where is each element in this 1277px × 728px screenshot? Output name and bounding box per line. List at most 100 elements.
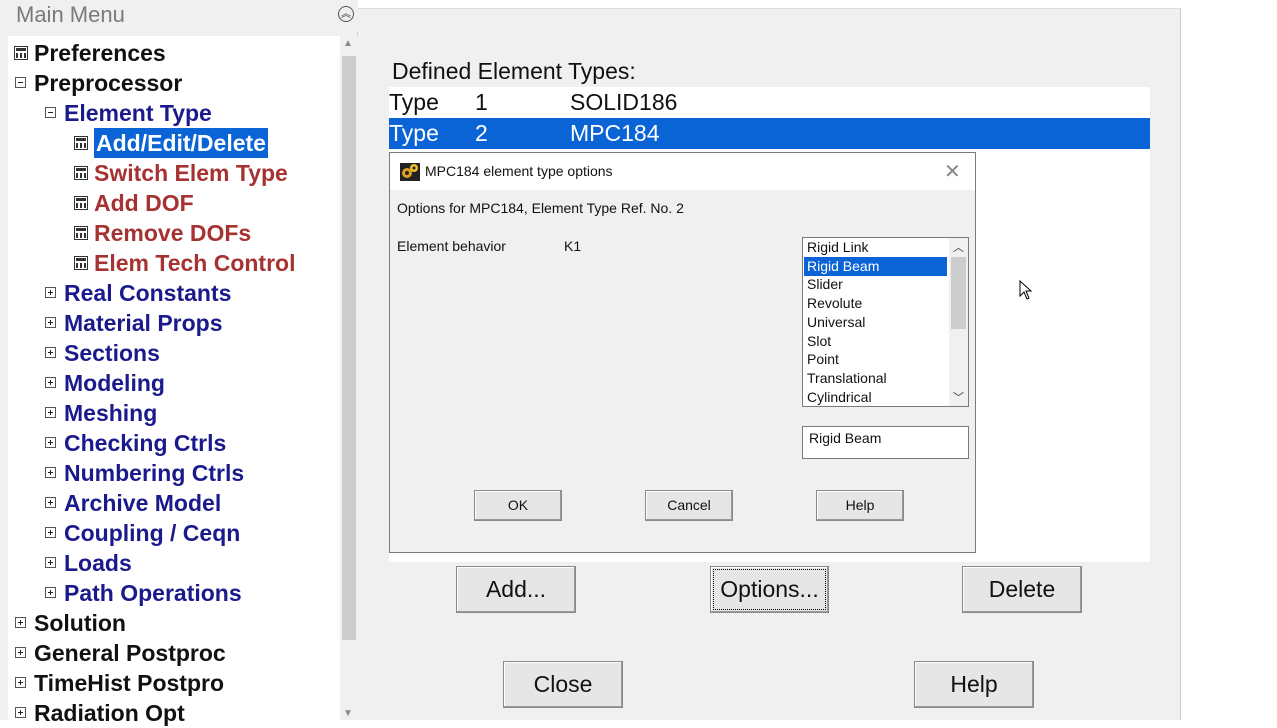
tree-item-switch-elem-type[interactable]: Switch Elem Type <box>8 158 340 188</box>
listbox-option[interactable]: Cylindrical <box>804 388 947 405</box>
tree-item-label: Meshing <box>64 400 158 426</box>
tree-item-loads[interactable]: Loads <box>8 548 340 578</box>
tree-item-label: Radiation Opt <box>34 700 185 726</box>
listbox-option[interactable]: Point <box>804 350 947 369</box>
scroll-up-icon[interactable]: ︿ <box>953 239 964 255</box>
scrollbar-thumb[interactable] <box>342 56 356 640</box>
listbox-option[interactable]: Revolute <box>804 294 947 313</box>
listbox-option[interactable]: Rigid Link <box>804 238 947 257</box>
close-icon[interactable]: ✕ <box>944 159 961 184</box>
collapse-all-icon[interactable]: ︽ <box>338 6 354 22</box>
expand-icon[interactable] <box>45 437 56 448</box>
tree-item-label: Add DOF <box>94 190 194 216</box>
scroll-down-icon[interactable]: ﹀ <box>953 389 964 405</box>
tree-item-checking-ctrls[interactable]: Checking Ctrls <box>8 428 340 458</box>
tree-item-label: General Postproc <box>34 640 226 666</box>
tree-item-radiation-opt[interactable]: Radiation Opt <box>8 698 340 728</box>
expand-icon[interactable] <box>45 527 56 538</box>
listbox-option-selected[interactable]: Rigid Beam <box>804 257 947 276</box>
tree-item-add-dof[interactable]: Add DOF <box>8 188 340 218</box>
listbox-option[interactable]: Universal <box>804 313 947 332</box>
element-type-label: Type <box>389 89 439 115</box>
main-menu-tree: Preferences Preprocessor Element Type Add/E… <box>8 36 340 726</box>
element-type-name: SOLID186 <box>570 89 678 115</box>
main-menu-scrollbar[interactable]: ▲ ▼ <box>340 36 358 720</box>
tree-item-coupling-ceqn[interactable]: Coupling / Ceqn <box>8 518 340 548</box>
tree-item-label: Real Constants <box>64 280 232 306</box>
listbox-option[interactable]: Slot <box>804 332 947 351</box>
tree-item-meshing[interactable]: Meshing <box>8 398 340 428</box>
element-type-row-selected[interactable]: Type 2 MPC184 <box>389 118 1150 149</box>
tree-item-preferences[interactable]: Preferences <box>8 38 340 68</box>
scroll-down-icon[interactable]: ▼ <box>343 708 353 719</box>
tree-item-archive-model[interactable]: Archive Model <box>8 488 340 518</box>
expand-icon[interactable] <box>15 707 26 718</box>
expand-icon[interactable] <box>45 377 56 388</box>
add-button[interactable]: Add... <box>456 566 576 613</box>
tree-item-label: Checking Ctrls <box>64 430 227 456</box>
expand-icon[interactable] <box>15 617 26 628</box>
options-button[interactable]: Options... <box>710 566 829 613</box>
tree-item-label: Numbering Ctrls <box>64 460 245 486</box>
cancel-button[interactable]: Cancel <box>645 490 733 521</box>
tree-item-label: Preferences <box>34 40 166 66</box>
listbox-option[interactable]: Slider <box>804 275 947 294</box>
expand-icon[interactable] <box>45 317 56 328</box>
element-type-number: 2 <box>475 120 488 146</box>
tree-item-add-edit-delete[interactable]: Add/Edit/Delete <box>8 128 340 158</box>
collapse-icon[interactable] <box>45 107 56 118</box>
listbox-option[interactable]: Translational <box>804 369 947 388</box>
element-type-label: Type <box>389 120 439 146</box>
tree-item-timehist-postpro[interactable]: TimeHist Postpro <box>8 668 340 698</box>
dialog-titlebar[interactable]: MPC184 element type options ✕ <box>390 153 975 190</box>
tree-item-preprocessor[interactable]: Preprocessor <box>8 68 340 98</box>
element-type-row[interactable]: Type 1 SOLID186 <box>389 87 1150 118</box>
element-type-name: MPC184 <box>570 120 660 146</box>
expand-icon[interactable] <box>45 497 56 508</box>
listbox-scrollbar[interactable]: ︿ ﹀ <box>949 238 968 406</box>
ansys-gear-icon <box>400 163 420 181</box>
help-button[interactable]: Help <box>914 661 1034 708</box>
tree-item-material-props[interactable]: Material Props <box>8 308 340 338</box>
expand-icon[interactable] <box>45 407 56 418</box>
defined-element-types-label: Defined Element Types: <box>392 58 636 84</box>
selected-value-field[interactable]: Rigid Beam <box>802 426 969 459</box>
tree-item-numbering-ctrls[interactable]: Numbering Ctrls <box>8 458 340 488</box>
tree-item-sections[interactable]: Sections <box>8 338 340 368</box>
tree-item-real-constants[interactable]: Real Constants <box>8 278 340 308</box>
expand-icon[interactable] <box>45 557 56 568</box>
tree-item-label: Path Operations <box>64 580 242 606</box>
expand-icon[interactable] <box>45 587 56 598</box>
scrollbar-thumb[interactable] <box>951 257 966 329</box>
tree-item-path-operations[interactable]: Path Operations <box>8 578 340 608</box>
tree-item-element-type[interactable]: Element Type <box>8 98 340 128</box>
close-button[interactable]: Close <box>503 661 623 708</box>
tree-item-solution[interactable]: Solution <box>8 608 340 638</box>
calculator-icon <box>14 46 28 60</box>
expand-icon[interactable] <box>45 287 56 298</box>
element-behavior-key: K1 <box>564 238 582 254</box>
tree-item-general-postproc[interactable]: General Postproc <box>8 638 340 668</box>
tree-item-elem-tech-control[interactable]: Elem Tech Control <box>8 248 340 278</box>
expand-icon[interactable] <box>45 467 56 478</box>
expand-icon[interactable] <box>15 647 26 658</box>
tree-item-label: Sections <box>64 340 160 366</box>
element-type-number: 1 <box>475 89 488 115</box>
main-menu-title: Main Menu <box>16 2 125 27</box>
main-menu-header: Main Menu ︽ <box>8 0 358 32</box>
tree-item-modeling[interactable]: Modeling <box>8 368 340 398</box>
scroll-up-icon[interactable]: ▲ <box>343 38 353 49</box>
element-behavior-label: Element behavior <box>397 238 506 254</box>
element-behavior-listbox[interactable]: Rigid Link Rigid Beam Slider Revolute Un… <box>802 237 969 407</box>
ok-button[interactable]: OK <box>474 490 562 521</box>
dialog-help-button[interactable]: Help <box>816 490 904 521</box>
tree-item-label: Solution <box>34 610 126 636</box>
delete-button[interactable]: Delete <box>962 566 1082 613</box>
main-menu-panel: Main Menu ︽ Preferences Preprocessor Eleme… <box>0 0 358 726</box>
expand-icon[interactable] <box>45 347 56 358</box>
tree-item-label: TimeHist Postpro <box>34 670 224 696</box>
expand-icon[interactable] <box>15 677 26 688</box>
tree-item-remove-dofs[interactable]: Remove DOFs <box>8 218 340 248</box>
collapse-icon[interactable] <box>15 77 26 88</box>
tree-item-label: Element Type <box>64 100 212 126</box>
